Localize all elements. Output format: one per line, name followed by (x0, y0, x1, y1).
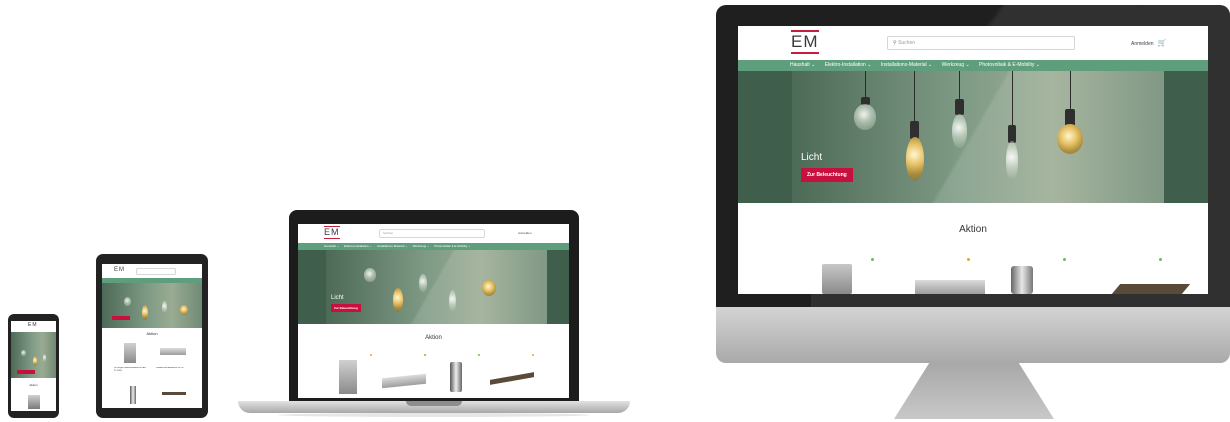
product-image-shelf[interactable] (1111, 284, 1191, 294)
search-input[interactable]: Suchen (379, 229, 485, 238)
hero-banner: Licht Zur Beleuchtung (738, 71, 1208, 203)
hero-cta-button[interactable]: Zur Beleuchtung (801, 168, 853, 182)
phone-screen: EM Aktion (11, 321, 56, 411)
login-link[interactable]: Anmelden (518, 231, 532, 235)
search-input[interactable]: ⚲ Suchen (887, 36, 1075, 50)
section-title: Aktion (29, 383, 38, 387)
section-title: Aktion (146, 331, 158, 336)
monitor-stand (894, 363, 1054, 419)
product-title[interactable]: Wandleuchte Aluminium 30 cm (156, 367, 192, 375)
bulb-image (1006, 141, 1018, 181)
site-header: EM ⚲ Suchen Anmelden 🛒 (738, 26, 1208, 61)
laptop-device: EM Suchen Anmelden Haushalt ⌄ Elektro-In… (238, 210, 630, 422)
section-title: Aktion (959, 224, 987, 235)
laptop-screen: EM Suchen Anmelden Haushalt ⌄ Elektro-In… (298, 224, 569, 398)
bulb-image (952, 114, 967, 148)
product-image-lamp[interactable] (160, 348, 186, 355)
cart-icon[interactable]: 🛒 (1158, 40, 1167, 47)
nav-item-installations-material[interactable]: Installations-Material ⌄ (881, 60, 932, 71)
product-image-coffee[interactable] (339, 360, 357, 394)
nav-item-werkzeug[interactable]: Werkzeug ⌄ (942, 60, 970, 71)
phone-device: EM Aktion (8, 314, 59, 418)
badge-dot (1159, 258, 1162, 261)
product-title[interactable]: De'Longhi Kaffeevollautomat ECAM 22.110.… (114, 367, 150, 375)
nav-item-photovoltaik[interactable]: Photovoltaik & E-Mobility ⌄ (979, 60, 1040, 71)
bulb-image (854, 104, 876, 130)
hero-cta-button[interactable] (112, 316, 130, 320)
monitor-chin (716, 307, 1230, 363)
hero-title: Licht (331, 295, 344, 301)
monitor-screen: EM ⚲ Suchen Anmelden 🛒 Haushalt ⌄ Elektr… (738, 26, 1208, 294)
nav-item-haushalt[interactable]: Haushalt ⌄ (790, 60, 815, 71)
laptop-notch (406, 401, 462, 406)
search-icon: ⚲ (893, 40, 897, 46)
hero-title: Licht (801, 152, 823, 163)
site-logo[interactable]: EM (324, 226, 340, 239)
hero-banner: Licht Zur Beleuchtung (298, 250, 569, 324)
badge-dot (967, 258, 970, 261)
product-image-shelf[interactable] (162, 392, 186, 395)
product-image-coffee[interactable] (124, 343, 136, 363)
main-nav: Haushalt ⌄ Elektro-Installation ⌄ Instal… (298, 243, 569, 250)
hero-banner (102, 283, 202, 328)
product-image-lamp[interactable] (915, 280, 985, 294)
product-image-lamp[interactable] (382, 373, 426, 389)
product-image-bin[interactable] (450, 362, 462, 392)
login-link[interactable]: Anmelden 🛒 (1131, 39, 1167, 47)
monitor-device: EM ⚲ Suchen Anmelden 🛒 Haushalt ⌄ Elektr… (716, 5, 1230, 419)
bulb-image (1057, 124, 1083, 154)
badge-dot (871, 258, 874, 261)
tablet-device: EM Aktion De'Longhi Kaffeevollautomat EC… (96, 254, 208, 418)
product-image-bin[interactable] (130, 386, 136, 404)
main-nav: Haushalt ⌄ Elektro-Installation ⌄ Instal… (738, 60, 1208, 71)
hero-banner (11, 332, 56, 378)
tablet-screen: EM Aktion De'Longhi Kaffeevollautomat EC… (102, 264, 202, 408)
product-image-bin[interactable] (1011, 266, 1033, 294)
nav-item-elektro-installation[interactable]: Elektro-Installation ⌄ (825, 60, 872, 71)
badge-dot (1063, 258, 1066, 261)
site-logo[interactable]: EM (114, 267, 125, 273)
hero-cta-button[interactable] (17, 370, 35, 374)
bulb-image (906, 137, 924, 181)
section-title: Aktion (425, 335, 442, 341)
laptop-shadow (278, 413, 590, 417)
hero-cta-button[interactable]: Zur Beleuchtung (331, 304, 361, 312)
search-input[interactable] (136, 268, 176, 275)
product-image-coffee[interactable] (822, 264, 852, 294)
site-logo[interactable]: EM (791, 30, 819, 54)
site-logo[interactable]: EM (28, 323, 38, 328)
product-image-shelf[interactable] (490, 372, 534, 385)
product-image-coffee[interactable] (28, 395, 40, 409)
